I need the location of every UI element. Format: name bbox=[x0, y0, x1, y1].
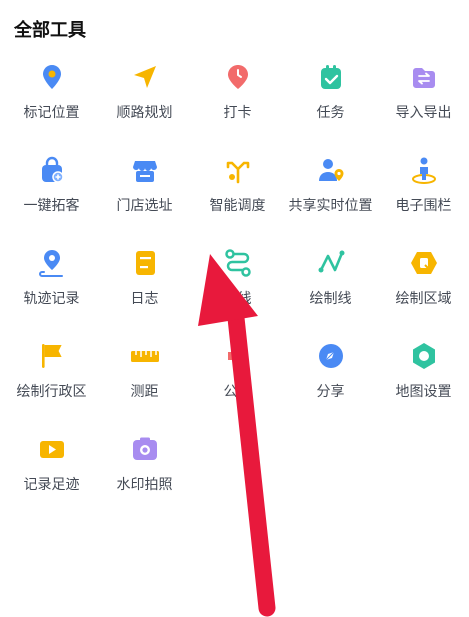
tool-log[interactable]: 日志 bbox=[98, 236, 191, 329]
tools-grid: 标记位置 顺路规划 打卡 任务 导入导出 一键拓客 门店选址 智能调度 共享实时… bbox=[5, 50, 469, 515]
tool-label: 导入导出 bbox=[395, 105, 452, 121]
tool-geofence[interactable]: 电子围栏 bbox=[377, 143, 469, 236]
log-book-icon bbox=[135, 251, 155, 275]
tool-label: 路线 bbox=[223, 291, 252, 307]
checkin-pin-icon bbox=[227, 65, 248, 89]
location-pin-icon bbox=[42, 65, 61, 89]
task-icon bbox=[320, 65, 341, 89]
tool-measure-distance[interactable]: 测距 bbox=[98, 329, 191, 422]
share-icon bbox=[318, 344, 343, 368]
page-title: 全部工具 bbox=[14, 20, 86, 41]
navigation-arrow-icon bbox=[133, 66, 156, 88]
track-icon bbox=[38, 250, 63, 277]
tool-record-footprint[interactable]: 记录足迹 bbox=[5, 422, 98, 515]
tool-label: 绘制区域 bbox=[395, 291, 452, 307]
tool-track-record[interactable]: 轨迹记录 bbox=[5, 236, 98, 329]
tool-label: 测距 bbox=[130, 384, 159, 400]
tool-draw-line[interactable]: 绘制线 bbox=[284, 236, 377, 329]
tool-import-export[interactable]: 导入导出 bbox=[377, 50, 469, 143]
tool-label: 标记位置 bbox=[23, 105, 80, 121]
tool-smart-dispatch[interactable]: 智能调度 bbox=[191, 143, 284, 236]
tool-one-click-customers[interactable]: 一键拓客 bbox=[5, 143, 98, 236]
route-icon bbox=[224, 249, 251, 277]
tool-label: 分享 bbox=[316, 384, 345, 400]
tool-label: 水印拍照 bbox=[116, 477, 173, 493]
tool-announcement[interactable]: 公告 bbox=[191, 329, 284, 422]
tool-label: 门店选址 bbox=[116, 198, 173, 214]
dispatch-icon bbox=[226, 161, 249, 184]
tool-route[interactable]: 路线 bbox=[191, 236, 284, 329]
tool-label: 公告 bbox=[223, 384, 252, 400]
announcement-icon bbox=[227, 346, 243, 366]
video-record-icon bbox=[39, 441, 64, 458]
tool-label: 一键拓客 bbox=[23, 198, 80, 214]
user-location-icon bbox=[318, 159, 343, 181]
ruler-icon bbox=[130, 351, 159, 362]
tool-store-site-selection[interactable]: 门店选址 bbox=[98, 143, 191, 236]
tool-label: 共享实时位置 bbox=[288, 198, 373, 214]
tool-label: 任务 bbox=[316, 105, 345, 121]
flag-icon bbox=[41, 344, 62, 368]
camera-icon bbox=[132, 437, 157, 460]
tool-label: 轨迹记录 bbox=[23, 291, 80, 307]
tool-label: 顺路规划 bbox=[116, 105, 173, 121]
import-export-icon bbox=[412, 68, 435, 88]
tool-label: 地图设置 bbox=[395, 384, 452, 400]
tool-label: 打卡 bbox=[223, 105, 252, 121]
tool-label: 记录足迹 bbox=[23, 477, 80, 493]
tool-share-realtime-location[interactable]: 共享实时位置 bbox=[284, 143, 377, 236]
draw-line-icon bbox=[318, 250, 344, 273]
geofence-icon bbox=[411, 157, 436, 184]
tool-label: 绘制线 bbox=[309, 291, 352, 307]
tool-watermark-photo[interactable]: 水印拍照 bbox=[98, 422, 191, 515]
tool-share[interactable]: 分享 bbox=[284, 329, 377, 422]
tool-mark-location[interactable]: 标记位置 bbox=[5, 50, 98, 143]
store-icon bbox=[132, 161, 157, 182]
tool-map-settings[interactable]: 地图设置 bbox=[377, 329, 469, 422]
map-settings-icon bbox=[412, 343, 435, 369]
bag-icon bbox=[41, 156, 64, 183]
tool-label: 日志 bbox=[130, 291, 159, 307]
tool-draw-admin-region[interactable]: 绘制行政区 bbox=[5, 329, 98, 422]
tool-route-planning[interactable]: 顺路规划 bbox=[98, 50, 191, 143]
tool-checkin[interactable]: 打卡 bbox=[191, 50, 284, 143]
tool-draw-area[interactable]: 绘制区域 bbox=[377, 236, 469, 329]
tool-label: 智能调度 bbox=[209, 198, 266, 214]
tool-label: 绘制行政区 bbox=[16, 384, 87, 400]
tool-label: 电子围栏 bbox=[395, 198, 452, 214]
tool-task[interactable]: 任务 bbox=[284, 50, 377, 143]
draw-area-icon bbox=[410, 252, 437, 274]
